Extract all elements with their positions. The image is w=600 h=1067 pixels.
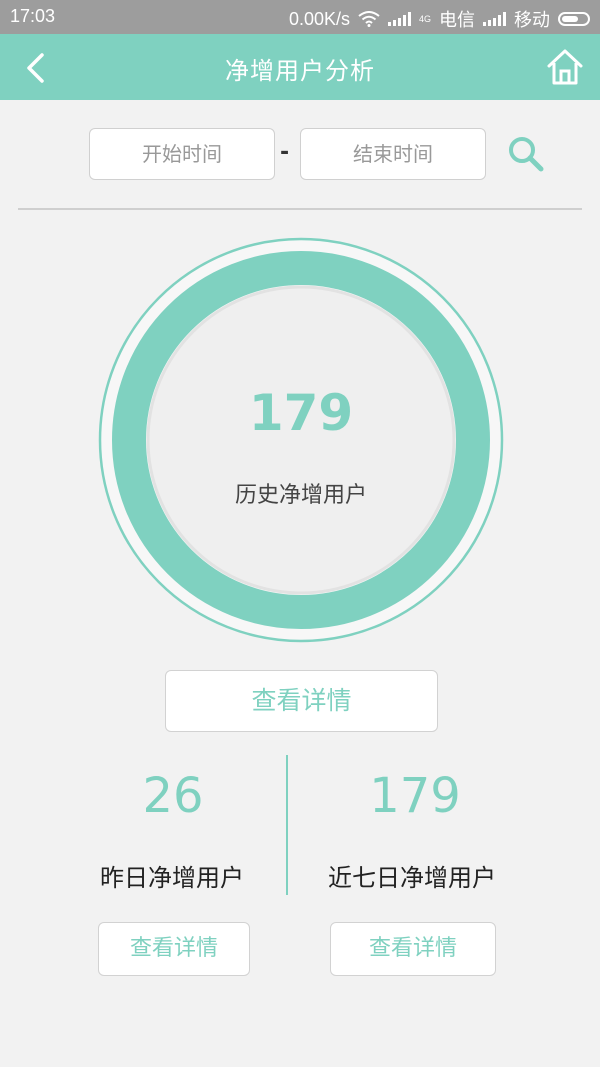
yesterday-label: 昨日净增用户: [100, 864, 244, 892]
total-net-users-label: 历史净增用户: [234, 483, 367, 508]
carrier-2: 移动: [514, 10, 550, 30]
battery-icon: [558, 12, 590, 26]
last-7-days-value: 179: [369, 768, 461, 824]
date-separator: -: [280, 140, 290, 165]
carrier-1: 电信: [439, 10, 475, 30]
total-ring: 179 历史净增用户: [98, 237, 504, 643]
last-7-days-detail-button[interactable]: 查看详情: [330, 922, 496, 976]
end-date-field[interactable]: 结束时间: [300, 128, 486, 180]
yesterday-value: 26: [142, 768, 204, 824]
page-title: 净增用户分析: [225, 57, 375, 85]
divider: [18, 208, 582, 210]
signal-icon-2: [483, 12, 506, 26]
wifi-icon: [358, 11, 380, 27]
home-icon[interactable]: [546, 47, 584, 87]
status-time: 17:03: [10, 6, 56, 26]
start-date-field[interactable]: 开始时间: [89, 128, 275, 180]
search-icon[interactable]: [505, 133, 547, 175]
total-detail-button[interactable]: 查看详情: [165, 670, 438, 732]
signal-icon-1: [387, 12, 411, 26]
network-badge: 4G: [418, 14, 431, 24]
yesterday-detail-button[interactable]: 查看详情: [98, 922, 250, 976]
total-net-users-value: 179: [248, 384, 354, 442]
last-7-days-label: 近七日净增用户: [328, 864, 496, 892]
network-speed: 0.00K/s: [288, 8, 350, 29]
status-right: 0.00K/s 4G 电信 移动: [289, 6, 590, 32]
status-bar: 17:03 0.00K/s 4G 电信 移动: [0, 0, 600, 34]
top-bar: 净增用户分析: [0, 34, 600, 100]
